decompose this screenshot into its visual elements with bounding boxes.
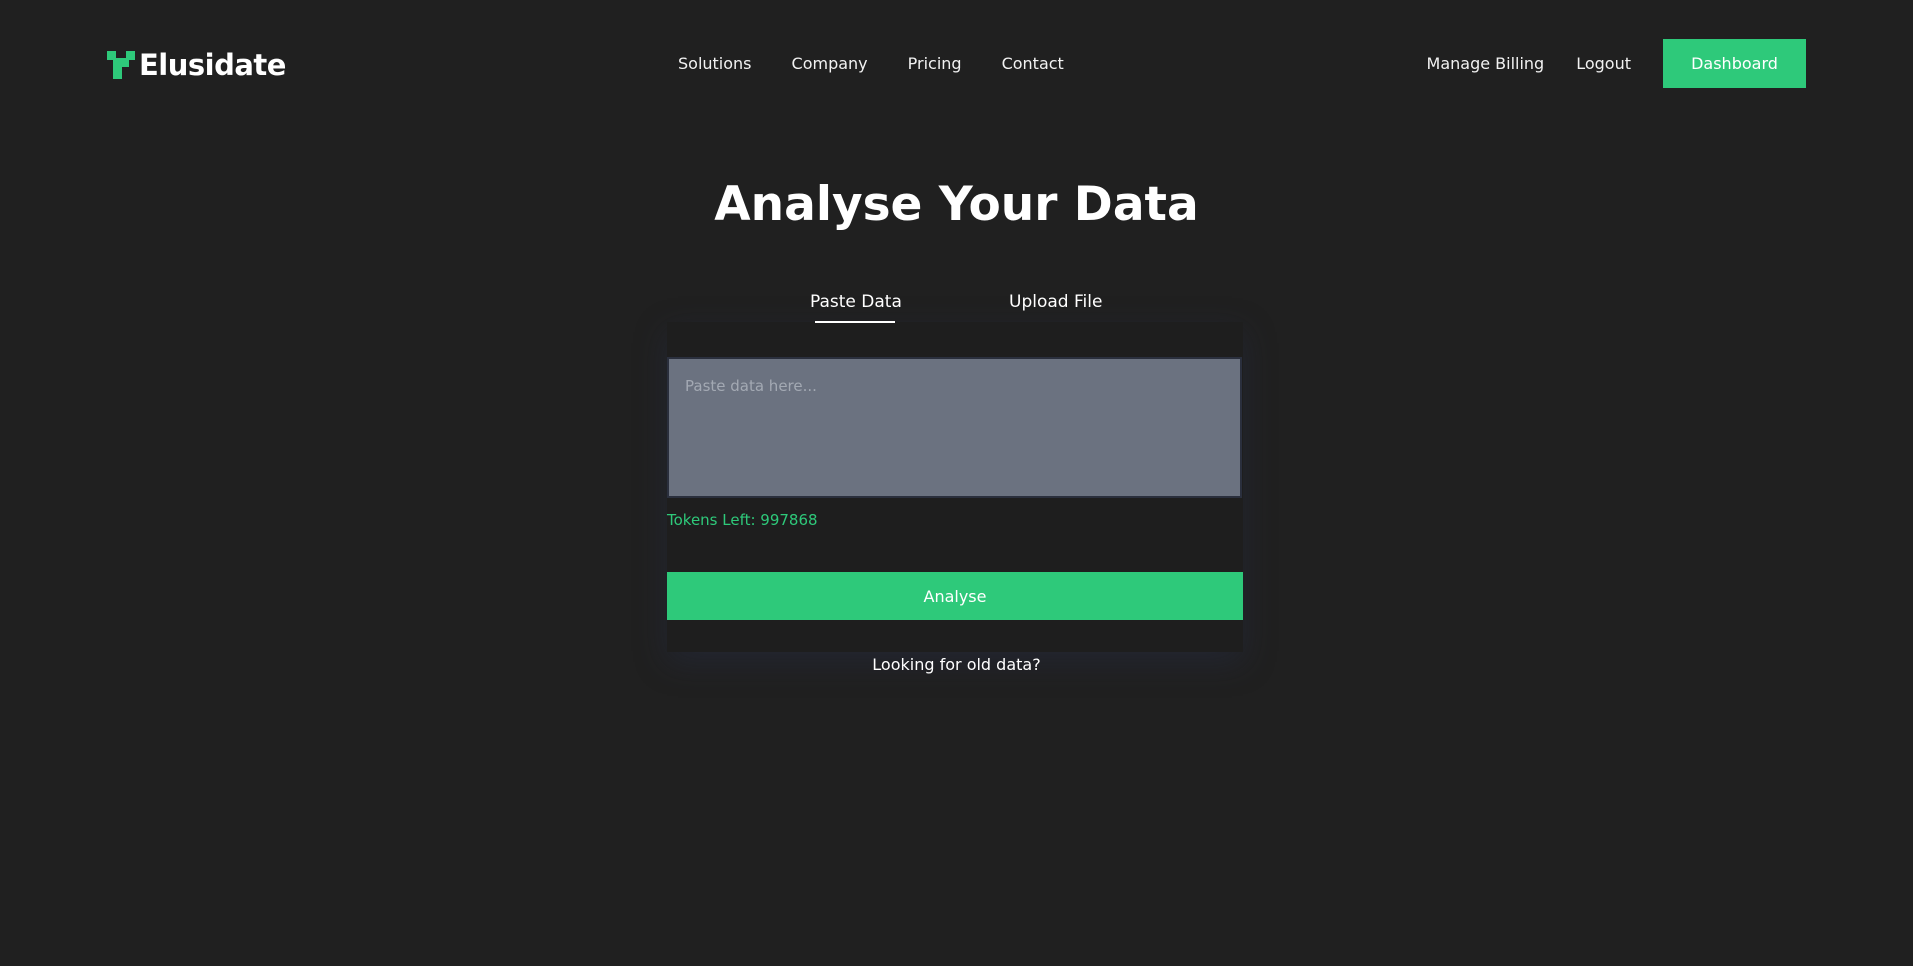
- active-tab-indicator: [815, 321, 895, 323]
- dashboard-button[interactable]: Dashboard: [1663, 39, 1806, 88]
- page: Elusidate Solutions Company Pricing Cont…: [0, 0, 1913, 966]
- nav-solutions[interactable]: Solutions: [678, 53, 752, 75]
- page-title: Analyse Your Data: [714, 177, 1199, 232]
- tab-upload-file[interactable]: Upload File: [1009, 290, 1102, 314]
- brand-name: Elusidate: [139, 48, 286, 82]
- brand-logo[interactable]: Elusidate: [107, 48, 286, 82]
- paste-data-input[interactable]: [667, 357, 1242, 498]
- tab-paste-data[interactable]: Paste Data: [810, 290, 902, 314]
- old-data-link[interactable]: Looking for old data?: [0, 654, 1913, 676]
- elusidate-logo-icon: [107, 51, 135, 79]
- account-nav: Manage Billing Logout Dashboard: [1427, 39, 1806, 88]
- nav-contact[interactable]: Contact: [1002, 53, 1064, 75]
- nav-company[interactable]: Company: [792, 53, 868, 75]
- main-nav: Solutions Company Pricing Contact: [678, 53, 1104, 75]
- manage-billing-link[interactable]: Manage Billing: [1427, 53, 1545, 75]
- tokens-left-label: Tokens Left: 997868: [667, 511, 818, 529]
- input-mode-tabs: Paste Data Upload File: [0, 290, 1913, 326]
- nav-pricing[interactable]: Pricing: [908, 53, 962, 75]
- analyse-button[interactable]: Analyse: [667, 572, 1243, 620]
- logout-link[interactable]: Logout: [1576, 53, 1631, 75]
